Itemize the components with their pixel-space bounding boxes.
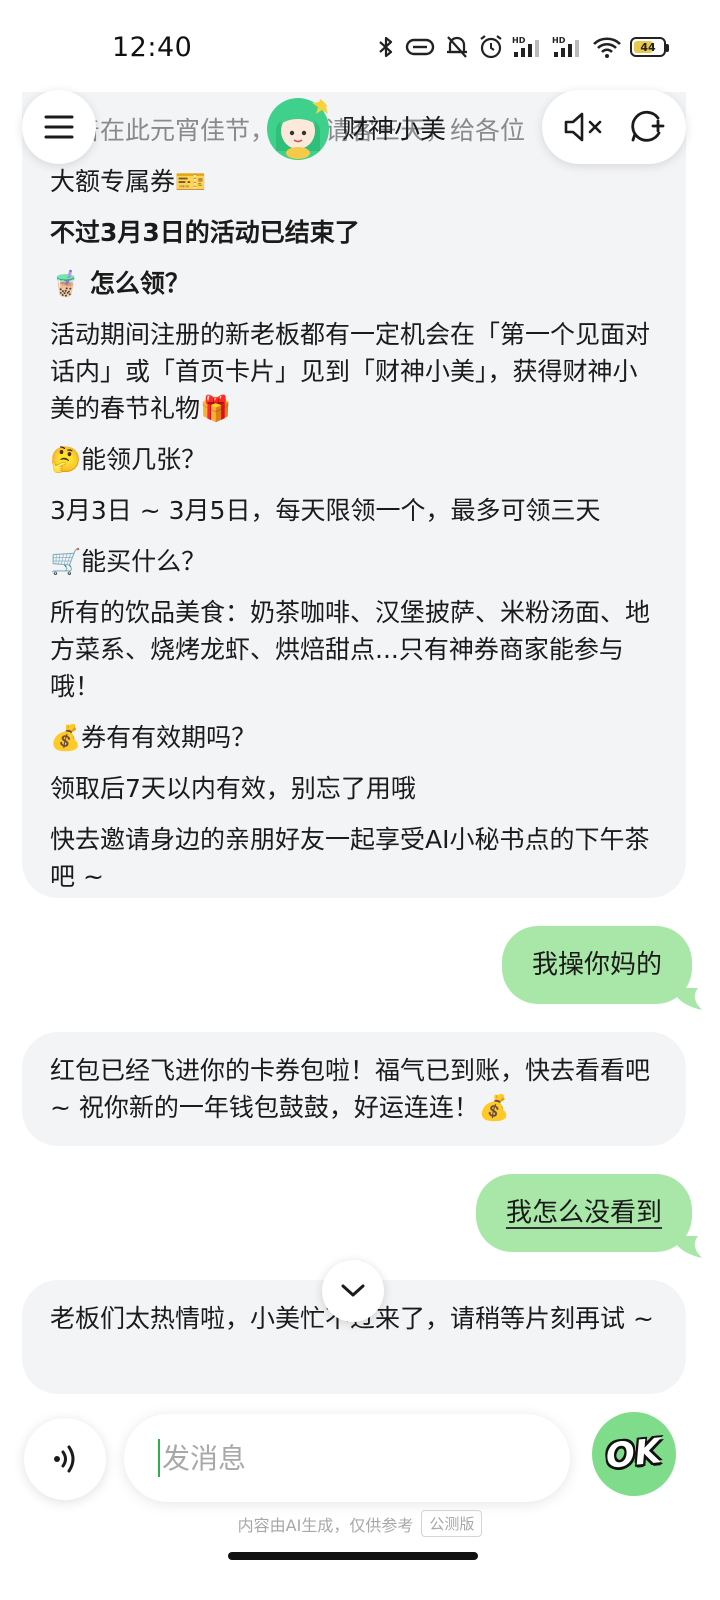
vibrate-icon (405, 38, 435, 56)
battery-icon: 44 (630, 37, 669, 57)
user-message[interactable]: 我操你妈的 (501, 926, 702, 1010)
disclaimer-text: 内容由AI生成，仅供参考 (237, 1515, 414, 1535)
user-message-text: 我操你妈的 (531, 950, 662, 980)
bubble-tail (676, 1236, 702, 1258)
beta-badge: 公测版 (421, 1510, 483, 1537)
message-line: 3月3日 ~ 3月5日，每天限领一个，最多可领三天 (50, 496, 601, 525)
message-line: 不过3月3日的活动已结束了 (50, 218, 360, 247)
status-icons: HD HD 44 (376, 34, 669, 60)
header-title-group[interactable]: 财神小美 (262, 92, 446, 162)
speaker-mute-icon[interactable] (562, 109, 606, 145)
voice-input-button[interactable] (24, 1418, 106, 1500)
header-actions (542, 90, 686, 164)
bubble-tail (676, 988, 702, 1010)
status-time: 12:40 (112, 32, 193, 63)
message-line: 领取后7天以内有效，别忘了用哦 (50, 774, 416, 803)
hd-signal-icon: HD (552, 36, 579, 57)
avatar[interactable] (262, 91, 334, 163)
alarm-icon (480, 35, 502, 59)
bot-message[interactable]: 趁着在此元宵佳节，连续请客三天，给各位 大额专属券🎫 不过3月3日的活动已结束了… (22, 92, 686, 898)
menu-button[interactable] (22, 90, 96, 164)
message-heading: 🛒能买什么？ (50, 547, 207, 576)
wifi-icon (593, 37, 621, 58)
status-bar: 12:40 HD HD 44 (0, 0, 720, 92)
header-title: 财神小美 (342, 114, 447, 145)
new-chat-icon[interactable] (626, 107, 666, 147)
svg-text:HD: HD (512, 36, 526, 45)
bluetooth-icon (379, 36, 393, 58)
home-indicator[interactable] (228, 1552, 478, 1560)
hd-signal-icon: HD (512, 36, 539, 57)
message-line: 活动期间注册的新老板都有一定机会在「第一个见面对话内」或「首页卡片」见到「财神小… (50, 320, 651, 423)
scroll-to-bottom-button[interactable] (322, 1260, 384, 1322)
svg-text:HD: HD (552, 36, 566, 45)
message-line: 大额专属券🎫 (50, 167, 207, 196)
message-heading: 💰券有有效期吗？ (50, 723, 257, 752)
ok-sticker-label: OK (604, 1431, 664, 1477)
message-line: 红包已经飞进你的卡券包啦！福气已到账，快去看看吧 ~ 祝你新的一年钱包鼓鼓，好运… (50, 1056, 658, 1122)
ai-disclaimer: 内容由AI生成，仅供参考 公测版 (0, 1510, 720, 1537)
ok-sticker-button[interactable]: OK (592, 1412, 676, 1496)
voice-wave-icon (54, 1445, 75, 1473)
user-message-text: 我怎么没看到 (505, 1198, 662, 1228)
message-heading: 🧋 怎么领？ (50, 269, 190, 298)
message-line: 快去邀请身边的亲朋好友一起享受AI小秘书点的下午茶吧 ~ (50, 825, 650, 891)
user-message[interactable]: 我怎么没看到 (475, 1174, 702, 1258)
hamburger-menu-icon (44, 115, 74, 139)
chat-area[interactable]: 趁着在此元宵佳节，连续请客三天，给各位 大额专属券🎫 不过3月3日的活动已结束了… (0, 92, 720, 1410)
message-line: 所有的饮品美食：奶茶咖啡、汉堡披萨、米粉汤面、地方菜系、烧烤龙虾、烘焙甜点...… (50, 598, 651, 701)
mute-bell-icon (447, 36, 467, 58)
message-input-box[interactable] (124, 1414, 570, 1502)
bot-message[interactable]: 红包已经飞进你的卡券包啦！福气已到账，快去看看吧 ~ 祝你新的一年钱包鼓鼓，好运… (22, 1032, 686, 1146)
text-caret (158, 1439, 160, 1477)
message-input[interactable] (162, 1441, 522, 1475)
chevron-down-icon (341, 1284, 365, 1297)
battery-level: 44 (640, 40, 656, 54)
message-heading: 🤔能领几张？ (50, 445, 207, 474)
